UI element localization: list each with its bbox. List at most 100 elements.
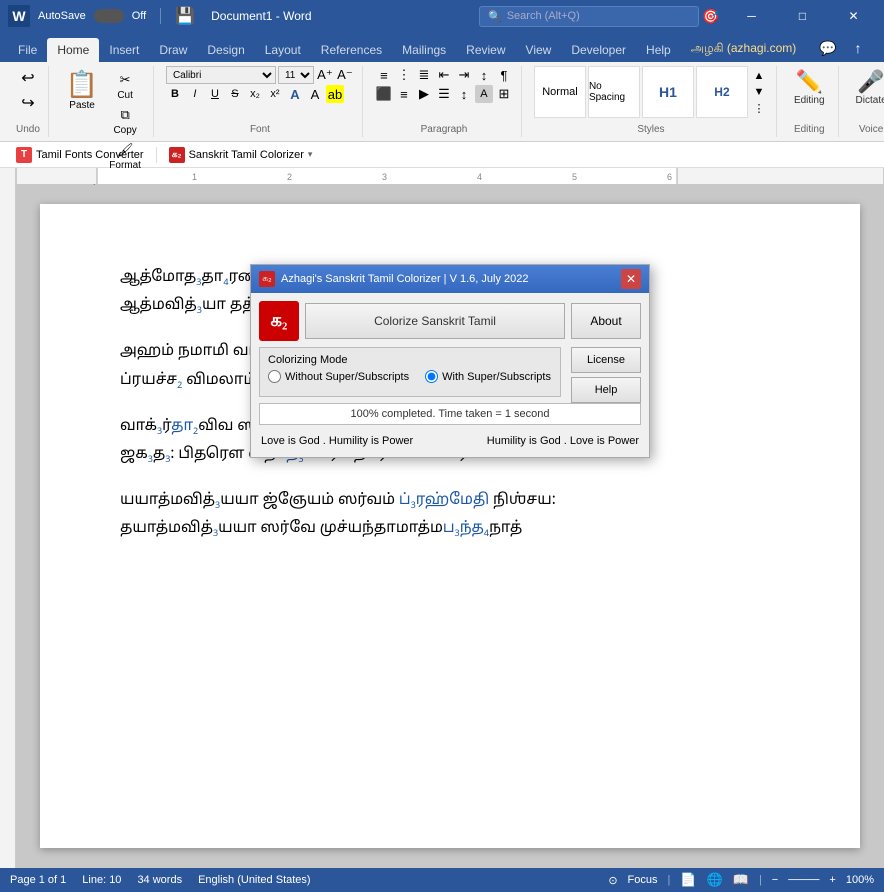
tab-home[interactable]: Home	[47, 38, 99, 62]
copy-btn[interactable]: ⧉Copy	[105, 105, 145, 138]
autosave-toggle[interactable]	[94, 9, 124, 23]
style-no-spacing[interactable]: No Spacing	[588, 66, 640, 118]
cut-btn[interactable]: ✂Cut	[105, 70, 145, 103]
svg-text:1: 1	[192, 172, 197, 182]
editing-btn[interactable]: ✏️ Editing	[789, 66, 830, 109]
text-effects-btn[interactable]: A	[286, 85, 304, 103]
tab-insert[interactable]: Insert	[99, 38, 149, 62]
tab-draw[interactable]: Draw	[149, 38, 197, 62]
tab-view[interactable]: View	[516, 38, 562, 62]
multilevel-btn[interactable]: ≣	[415, 66, 433, 84]
decrease-indent-btn[interactable]: ⇤	[435, 66, 453, 84]
sanskrit-colorizer-addin[interactable]: க₂ Sanskrit Tamil Colorizer ▾	[161, 145, 321, 165]
radio-with-input[interactable]	[425, 370, 438, 383]
strikethrough-btn[interactable]: S	[226, 85, 244, 103]
font-size-select[interactable]: 11	[278, 66, 314, 84]
dialog-close-btn[interactable]: ✕	[621, 269, 641, 289]
underline-btn[interactable]: U	[206, 85, 224, 103]
subscript-btn[interactable]: x₂	[246, 85, 264, 103]
dictate-btn[interactable]: 🎤 Dictate	[851, 66, 884, 109]
tamil-fonts-converter-addin[interactable]: T Tamil Fonts Converter	[8, 145, 152, 165]
tab-references[interactable]: References	[311, 38, 392, 62]
view-print-icon[interactable]: 📄	[680, 872, 696, 888]
numbering-btn[interactable]: ⋮	[395, 66, 413, 84]
styles-scroll-down[interactable]: ▼	[750, 84, 768, 100]
editing-items: ✏️ Editing	[789, 66, 830, 122]
search-placeholder: Search (Alt+Q)	[507, 10, 580, 22]
italic-btn[interactable]: I	[186, 85, 204, 103]
zoom-in-btn[interactable]: +	[829, 874, 835, 886]
close-btn[interactable]: ✕	[831, 0, 876, 32]
dialog-footer: Love is God . Humility is Power Humility…	[259, 431, 641, 449]
font-name-select[interactable]: Calibri	[166, 66, 276, 84]
ribbon-collapse-btn[interactable]: 🎯	[699, 4, 723, 28]
help-btn[interactable]: Help	[571, 377, 641, 403]
colorize-btn[interactable]: Colorize Sanskrit Tamil	[305, 303, 565, 339]
tab-file[interactable]: File	[8, 38, 47, 62]
style-heading2[interactable]: H2	[696, 66, 748, 118]
tab-mailings[interactable]: Mailings	[392, 38, 456, 62]
zoom-slider[interactable]: ────	[788, 874, 819, 886]
borders-btn[interactable]: ⊞	[495, 85, 513, 103]
license-btn[interactable]: License	[571, 347, 641, 373]
footer-right-text: Humility is God . Love is Power	[487, 435, 639, 447]
radio-without-subscripts[interactable]: Without Super/Subscripts	[268, 370, 409, 383]
font-items: Calibri 11 A⁺ A⁻ B I U S x₂ x² A A	[166, 66, 354, 122]
comments-btn[interactable]: 💬	[816, 36, 840, 60]
tab-design[interactable]: Design	[197, 38, 254, 62]
word-count: 34 words	[137, 874, 182, 886]
zoom-out-btn[interactable]: −	[772, 874, 778, 886]
show-formatting-btn[interactable]: ¶	[495, 66, 513, 84]
undo-btn[interactable]: ↩	[17, 66, 38, 90]
style-heading1[interactable]: H1	[642, 66, 694, 118]
maximize-btn[interactable]: □	[780, 0, 825, 32]
view-read-icon[interactable]: 📖	[733, 872, 749, 888]
justify-btn[interactable]: ☰	[435, 85, 453, 103]
search-box[interactable]: 🔍 Search (Alt+Q)	[479, 6, 699, 27]
styles-scroll-up[interactable]: ▲	[750, 68, 768, 84]
para-row2: ⬛ ≡ ▶ ☰ ↕ A ⊞	[375, 85, 513, 103]
para-4: யயாத்மவித்3யயா ஜ்ஞேயம் ஸர்வம் ப்3ரஹ்மேதி…	[120, 487, 780, 543]
radio-with-subscripts[interactable]: With Super/Subscripts	[425, 370, 551, 383]
document-scroll[interactable]: க₂ Azhagi's Sanskrit Tamil Colorizer | V…	[16, 184, 884, 868]
superscript-btn[interactable]: x²	[266, 85, 284, 103]
text-color-btn[interactable]: A	[306, 85, 324, 103]
dictate-group: 🎤 Dictate Voice	[843, 66, 884, 137]
status-bar-right: ⊙ Focus | 📄 🌐 📖 | − ──── + 100%	[608, 872, 874, 888]
align-right-btn[interactable]: ▶	[415, 85, 433, 103]
font-label: Font	[250, 122, 270, 137]
save-icon[interactable]: 💾	[175, 6, 195, 26]
increase-indent-btn[interactable]: ⇥	[455, 66, 473, 84]
dialog-title-text: Azhagi's Sanskrit Tamil Colorizer | V 1.…	[281, 273, 615, 285]
minimize-btn[interactable]: ─	[729, 0, 774, 32]
radio-with-label: With Super/Subscripts	[442, 371, 551, 383]
about-btn[interactable]: About	[571, 303, 641, 339]
increase-font-btn[interactable]: A⁺	[316, 66, 334, 84]
share-btn[interactable]: ↑	[840, 36, 876, 60]
highlight-btn[interactable]: ab	[326, 85, 344, 103]
title-actions: 🎯 ─ □ ✕	[699, 0, 876, 32]
tab-help[interactable]: Help	[636, 38, 681, 62]
bold-btn[interactable]: B	[166, 85, 184, 103]
sort-btn[interactable]: ↕	[475, 66, 493, 84]
redo-btn[interactable]: ↪	[17, 91, 38, 115]
align-center-btn[interactable]: ≡	[395, 85, 413, 103]
tab-review[interactable]: Review	[456, 38, 515, 62]
radio-without-input[interactable]	[268, 370, 281, 383]
decrease-font-btn[interactable]: A⁻	[336, 66, 354, 84]
document-page: க₂ Azhagi's Sanskrit Tamil Colorizer | V…	[40, 204, 860, 848]
tamil-fonts-icon: T	[16, 147, 32, 163]
styles-expand[interactable]: ⋮	[750, 100, 768, 116]
shading-btn[interactable]: A	[475, 85, 493, 103]
align-left-btn[interactable]: ⬛	[375, 85, 393, 103]
focus-icon[interactable]: ⊙	[608, 874, 617, 887]
tab-azhagi[interactable]: அழகி (azhagi.com)	[681, 36, 807, 62]
line-spacing-btn[interactable]: ↕	[455, 85, 473, 103]
addin-dropdown-icon[interactable]: ▾	[308, 149, 313, 160]
paste-btn[interactable]: 📋 Paste	[61, 66, 103, 114]
tab-developer[interactable]: Developer	[561, 38, 636, 62]
view-web-icon[interactable]: 🌐	[707, 872, 723, 888]
bullets-btn[interactable]: ≡	[375, 66, 393, 84]
style-normal[interactable]: Normal	[534, 66, 586, 118]
tab-layout[interactable]: Layout	[255, 38, 311, 62]
